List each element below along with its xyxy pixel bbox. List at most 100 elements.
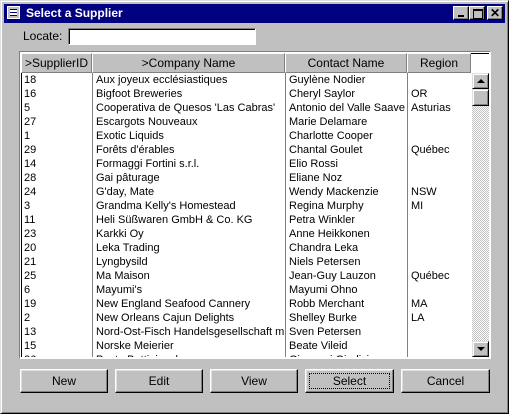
scroll-down-button[interactable] xyxy=(472,341,489,357)
table-row[interactable]: 19 New England Seafood Cannery Robb Mercha… xyxy=(21,297,471,311)
table-row[interactable]: 6 Mayumi's Mayumi Ohno xyxy=(21,283,471,297)
cell-company-name: G'day, Mate xyxy=(92,185,285,199)
cell-supplier-id: 6 xyxy=(24,284,31,296)
cell-region xyxy=(407,353,471,357)
cell-supplier-id: 11 xyxy=(24,214,36,226)
cell-contact-name: Shelley Burke xyxy=(285,311,407,325)
cancel-button-label: Cancel xyxy=(426,374,465,388)
table-row[interactable]: 2 New Orleans Cajun Delights Shelley Burke… xyxy=(21,311,471,325)
cell-company-name: Norske Meierier xyxy=(92,339,285,353)
cell-supplier-id: 23 xyxy=(24,228,37,240)
cell-company-name: Forêts d'érables xyxy=(92,143,285,157)
cell-region xyxy=(407,241,471,255)
table-row[interactable]: 11 Heli Süßwaren GmbH & Co. KG Petra Winkl… xyxy=(21,213,471,227)
cell-region xyxy=(407,339,471,353)
maximize-button[interactable] xyxy=(469,6,485,20)
table-row[interactable]: 16 Bigfoot Breweries Cheryl Saylor OR xyxy=(21,87,471,101)
cell-contact-name: Antonio del Valle Saave xyxy=(285,101,407,115)
cell-contact-name: Cheryl Saylor xyxy=(285,87,407,101)
table-row[interactable]: 18 Aux joyeux ecclésiastiques Guylène Nodi… xyxy=(21,73,471,87)
cell-supplier-id: 15 xyxy=(24,340,37,352)
cell-contact-name: Beate Vileid xyxy=(285,339,407,353)
table-row[interactable]: 15 Norske Meierier Beate Vileid xyxy=(21,339,471,353)
new-button-label: New xyxy=(51,374,76,388)
title-bar[interactable]: Select a Supplier ✕ xyxy=(4,4,505,23)
cell-region: Québec xyxy=(407,143,471,157)
cell-region xyxy=(407,171,471,185)
cell-supplier-id: 1 xyxy=(24,130,31,142)
edit-button[interactable]: Edit xyxy=(115,369,203,393)
column-header-contact-name[interactable]: Contact Name xyxy=(285,53,407,73)
cell-region xyxy=(407,255,471,269)
column-header-supplier-id[interactable]: >SupplierID xyxy=(21,53,92,73)
new-button[interactable]: New xyxy=(20,369,108,393)
cell-contact-name: Robb Merchant xyxy=(285,297,407,311)
cell-contact-name: Giovanni Giudici xyxy=(285,353,407,357)
cell-region: MI xyxy=(407,199,471,213)
view-button[interactable]: View xyxy=(210,369,298,393)
cell-region xyxy=(407,73,471,87)
form-icon[interactable] xyxy=(7,6,20,19)
scroll-thumb[interactable] xyxy=(472,89,489,106)
table-row[interactable]: 14 Formaggi Fortini s.r.l. Elio Rossi xyxy=(21,157,471,171)
table-row[interactable]: 13 Nord-Ost-Fisch Handelsgesellschaft mbH… xyxy=(21,325,471,339)
cell-company-name: Cooperativa de Quesos 'Las Cabras' xyxy=(92,101,285,115)
table-row[interactable]: 20 Leka Trading Chandra Leka xyxy=(21,241,471,255)
table-row[interactable]: 3 Grandma Kelly's Homestead Regina Murphy M… xyxy=(21,199,471,213)
cell-supplier-id: 26 xyxy=(21,353,92,357)
cell-region xyxy=(407,227,471,241)
cell-company-name: Grandma Kelly's Homestead xyxy=(92,199,285,213)
table-row[interactable]: 28 Gai pâturage Eliane Noz xyxy=(21,171,471,185)
table-row[interactable]: 25 Ma Maison Jean-Guy Lauzon Québec xyxy=(21,269,471,283)
cell-contact-name: Chantal Goulet xyxy=(285,143,407,157)
cell-company-name: Gai pâturage xyxy=(92,171,285,185)
close-button[interactable]: ✕ xyxy=(487,6,503,20)
cell-supplier-id: 29 xyxy=(24,144,37,156)
cell-region: Asturias xyxy=(407,101,471,115)
table-row[interactable]: 26Pasta Buttini s.r.l.Giovanni Giudici xyxy=(21,353,471,357)
cell-supplier-id: 5 xyxy=(24,102,31,114)
table-row[interactable]: 21 Lyngbysild Niels Petersen xyxy=(21,255,471,269)
cell-region xyxy=(407,283,471,297)
cancel-button[interactable]: Cancel xyxy=(401,369,490,393)
cell-region: MA xyxy=(407,297,471,311)
cell-company-name: Pasta Buttini s.r.l. xyxy=(92,353,285,357)
select-button[interactable]: Select xyxy=(305,369,394,393)
cell-company-name: Karkki Oy xyxy=(92,227,285,241)
cell-contact-name: Eliane Noz xyxy=(285,171,407,185)
cell-company-name: Nord-Ost-Fisch Handelsgesellschaft mbH xyxy=(92,325,285,339)
cell-supplier-id: 20 xyxy=(24,242,37,254)
locate-input[interactable] xyxy=(68,28,256,45)
cell-supplier-id: 25 xyxy=(24,270,37,282)
scroll-up-button[interactable] xyxy=(472,73,489,89)
cell-region: Québec xyxy=(407,269,471,283)
cell-region: OR xyxy=(407,87,471,101)
cell-contact-name: Wendy Mackenzie xyxy=(285,185,407,199)
column-header-region[interactable]: Region xyxy=(407,53,471,73)
cell-supplier-id: 28 xyxy=(24,172,37,184)
supplier-list[interactable]: >SupplierID >Company Name Contact Name R… xyxy=(19,51,491,359)
minimize-button[interactable] xyxy=(453,6,469,20)
cell-company-name: Lyngbysild xyxy=(92,255,285,269)
table-row[interactable]: 29 Forêts d'érables Chantal Goulet Québec xyxy=(21,143,471,157)
column-header-company-name[interactable]: >Company Name xyxy=(92,53,285,73)
table-row[interactable]: 27 Escargots Nouveaux Marie Delamare xyxy=(21,115,471,129)
cell-contact-name: Jean-Guy Lauzon xyxy=(285,269,407,283)
cell-contact-name: Regina Murphy xyxy=(285,199,407,213)
table-row[interactable]: 5 Cooperativa de Quesos 'Las Cabras' Anton… xyxy=(21,101,471,115)
table-row[interactable]: 24 G'day, Mate Wendy Mackenzie NSW xyxy=(21,185,471,199)
cell-region: NSW xyxy=(407,185,471,199)
cell-contact-name: Sven Petersen xyxy=(285,325,407,339)
locate-label: Locate: xyxy=(23,29,63,43)
table-row[interactable]: 1 Exotic Liquids Charlotte Cooper xyxy=(21,129,471,143)
table-row[interactable]: 23 Karkki Oy Anne Heikkonen xyxy=(21,227,471,241)
vertical-scrollbar[interactable] xyxy=(472,73,489,357)
cell-company-name: New Orleans Cajun Delights xyxy=(92,311,285,325)
cell-contact-name: Marie Delamare xyxy=(285,115,407,129)
cell-company-name: Escargots Nouveaux xyxy=(92,115,285,129)
view-button-label: View xyxy=(241,374,267,388)
list-rows: 18 Aux joyeux ecclésiastiques Guylène Nodi… xyxy=(21,73,471,357)
cell-company-name: Leka Trading xyxy=(92,241,285,255)
cell-supplier-id: 27 xyxy=(24,116,37,128)
cell-contact-name: Petra Winkler xyxy=(285,213,407,227)
